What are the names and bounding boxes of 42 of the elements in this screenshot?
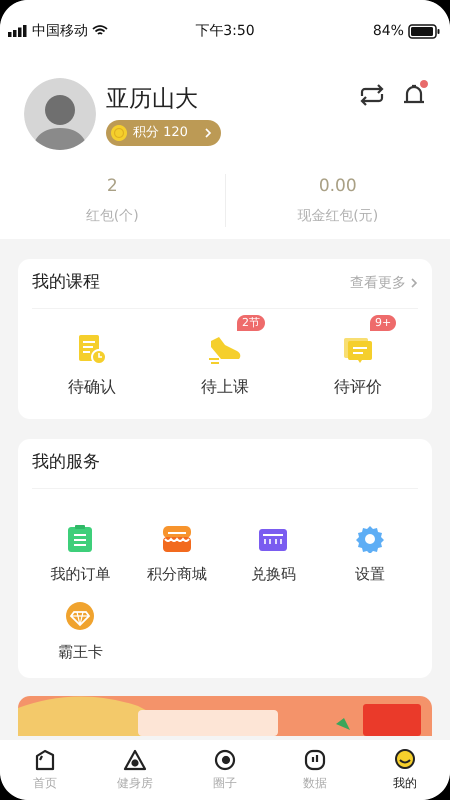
coin-icon: [110, 124, 128, 142]
service-item[interactable]: 积分商城: [128, 522, 225, 585]
store-icon: [162, 524, 192, 552]
stat-value: 0.00: [318, 175, 357, 198]
status-time: 下午3:50: [195, 22, 255, 40]
switch-icon[interactable]: [358, 83, 386, 107]
battery-icon: [408, 24, 440, 38]
warning-drop-icon: [123, 748, 147, 772]
course-status-item[interactable]: 待确认: [42, 314, 142, 398]
service-item[interactable]: 兑换码: [225, 522, 322, 585]
section-title: 我的服务: [32, 451, 100, 474]
service-item[interactable]: 我的订单: [32, 522, 128, 585]
course-status-item[interactable]: 2节 待上课: [175, 314, 275, 398]
user-name: 亚历山大: [106, 85, 199, 114]
stat-label: 红包(个): [86, 206, 139, 226]
wifi-icon: [92, 25, 108, 37]
smiley-icon: [393, 748, 417, 772]
course-status-label: 待评价: [334, 376, 382, 398]
count-badge: 9+: [370, 314, 396, 330]
course-status-label: 待上课: [201, 376, 249, 398]
carrier-name: 中国移动: [32, 22, 88, 40]
avatar: [24, 78, 96, 150]
service-item[interactable]: 设置: [322, 522, 418, 585]
chevron-right-icon: [202, 128, 213, 138]
course-status-label: 待确认: [68, 376, 116, 398]
stat-label: 现金红包(元): [297, 206, 378, 226]
clipboard-icon: [67, 524, 94, 552]
settings-icon: [356, 524, 384, 552]
document-clock-icon: [77, 332, 107, 364]
home-icon: [33, 748, 57, 772]
course-status-item[interactable]: 9+ 待评价: [308, 314, 408, 398]
chevron-right-icon: [410, 277, 418, 289]
chart-icon: [303, 748, 327, 772]
ticket-icon: [258, 526, 288, 552]
service-item[interactable]: 霸王卡: [32, 601, 128, 664]
count-badge: 2节: [237, 314, 265, 330]
signal-icon: [8, 25, 28, 37]
battery-percent: 84%: [372, 22, 404, 40]
section-title: 我的课程: [32, 271, 100, 294]
stat-value: 2: [106, 175, 118, 198]
tab-item[interactable]: 我的: [360, 748, 450, 792]
eye-icon: [213, 748, 237, 772]
